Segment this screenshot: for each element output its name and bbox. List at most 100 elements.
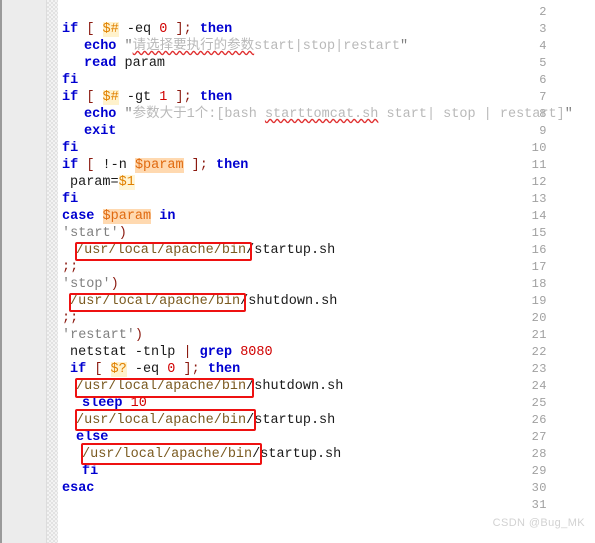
- token-path-apache-bin: /usr/local/apache/bin: [76, 379, 247, 394]
- code-line-29[interactable]: fi: [82, 463, 98, 480]
- token-command-netstat: netstat: [70, 345, 127, 360]
- token-number: 10: [130, 396, 147, 411]
- token-number: 0: [159, 22, 168, 37]
- token-keyword-then: then: [216, 158, 249, 173]
- code-line-9[interactable]: exit: [84, 123, 116, 140]
- token-case-label-start: 'start': [62, 226, 119, 241]
- token-keyword-if: if: [62, 158, 79, 173]
- token-variable-argc: $#: [102, 90, 119, 105]
- gutter-fold-strip[interactable]: [47, 0, 58, 543]
- token-pipe: |: [183, 345, 192, 360]
- code-line-26[interactable]: /usr/local/apache/bin/startup.sh: [76, 412, 335, 429]
- token-paren-close: ): [134, 328, 144, 343]
- token-case-separator: ;;: [62, 260, 79, 275]
- code-line-21[interactable]: 'restart'): [62, 327, 143, 344]
- token-semicolon: ;: [191, 362, 200, 377]
- code-line-11[interactable]: if [ !-n $param ]; then: [62, 157, 248, 174]
- token-identifier-param: param: [124, 56, 166, 71]
- code-line-10[interactable]: fi: [62, 140, 78, 157]
- token-keyword-then: then: [199, 22, 233, 37]
- code-line-5[interactable]: read param: [84, 55, 165, 72]
- token-keyword-if: if: [70, 362, 87, 377]
- token-variable-argc: $#: [102, 22, 119, 37]
- token-keyword-then: then: [207, 362, 241, 377]
- token-quote-open: ": [124, 39, 133, 54]
- token-keyword-case: case: [62, 209, 95, 224]
- token-operator-gt: -gt: [126, 90, 152, 105]
- token-command-sleep: sleep: [82, 396, 123, 411]
- token-bracket-close: ]: [183, 362, 192, 377]
- token-assign: =: [110, 175, 119, 190]
- token-path-startup-script: /startup.sh: [252, 447, 342, 462]
- token-number: 1: [159, 90, 168, 105]
- token-operator-not-n: !-n: [102, 158, 127, 173]
- code-editor[interactable]: 2 3 4 5 6 7 8 9 10 11 12 13 14 15 16 17 …: [0, 0, 595, 543]
- token-paren-close: ): [118, 226, 127, 241]
- token-semicolon: ;: [183, 22, 192, 37]
- token-case-label-stop: 'stop': [62, 277, 111, 292]
- token-bracket-close: ]: [191, 158, 200, 173]
- watermark-text: CSDN @Bug_MK: [492, 517, 585, 529]
- token-semicolon: ;: [199, 158, 208, 173]
- code-line-14[interactable]: case $param in: [62, 208, 175, 225]
- token-variable-arg1: $1: [118, 175, 135, 190]
- token-keyword-then: then: [199, 90, 233, 105]
- token-bracket-close: ]: [175, 90, 184, 105]
- code-line-24[interactable]: /usr/local/apache/bin/shutdown.sh: [76, 378, 343, 395]
- token-string-options: start| stop | restart]: [378, 107, 565, 122]
- code-line-12[interactable]: param=$1: [70, 174, 135, 191]
- code-line-7[interactable]: if [ $# -gt 1 ]; then: [62, 89, 232, 106]
- token-keyword-else: else: [76, 430, 109, 445]
- code-line-17[interactable]: ;;: [62, 259, 78, 276]
- token-quote-open: ": [124, 107, 133, 122]
- code-content[interactable]: if [ $# -eq 0 ]; then echo "请选择要执行的参数sta…: [62, 0, 595, 543]
- token-command-echo: echo: [84, 107, 117, 122]
- token-string-chinese: 请选择要执行的参数: [132, 39, 255, 54]
- token-path-apache-bin: /usr/local/apache/bin: [76, 413, 247, 428]
- code-line-13[interactable]: fi: [62, 191, 78, 208]
- token-path-apache-bin: /usr/local/apache/bin: [70, 294, 241, 309]
- token-command-grep: grep: [199, 345, 233, 360]
- code-line-6[interactable]: fi: [62, 72, 78, 89]
- code-line-4[interactable]: echo "请选择要执行的参数start|stop|restart": [84, 38, 408, 55]
- code-line-25[interactable]: sleep 10: [82, 395, 147, 412]
- token-path-startup-script: /startup.sh: [246, 243, 336, 258]
- code-line-28[interactable]: /usr/local/apache/bin/startup.sh: [82, 446, 341, 463]
- token-variable-param: $param: [102, 209, 152, 224]
- token-number: 0: [167, 362, 176, 377]
- code-line-22[interactable]: netstat -tnlp | grep 8080: [70, 344, 273, 361]
- token-bracket-open: [: [94, 362, 103, 377]
- code-line-20[interactable]: ;;: [62, 310, 78, 327]
- code-line-15[interactable]: 'start'): [62, 225, 127, 242]
- code-line-3[interactable]: if [ $# -eq 0 ]; then: [62, 21, 232, 38]
- code-line-16[interactable]: /usr/local/apache/bin/startup.sh: [76, 242, 335, 259]
- token-operator-eq: -eq: [126, 22, 152, 37]
- token-port-number: 8080: [240, 345, 273, 360]
- token-command-read: read: [84, 56, 117, 71]
- token-path-shutdown-script: /shutdown.sh: [246, 379, 344, 394]
- token-semicolon: ;: [183, 90, 192, 105]
- code-line-27[interactable]: else: [76, 429, 108, 446]
- token-case-separator: ;;: [62, 311, 79, 326]
- token-bracket-close: ]: [175, 22, 184, 37]
- token-keyword-in: in: [159, 209, 176, 224]
- line-number-gutter: [2, 0, 47, 543]
- code-line-23[interactable]: if [ $? -eq 0 ]; then: [70, 361, 240, 378]
- token-variable-status: $?: [110, 362, 127, 377]
- token-bracket-open: [: [86, 90, 95, 105]
- token-keyword-fi: fi: [82, 464, 99, 479]
- token-variable-param: $param: [134, 158, 184, 173]
- token-command-exit: exit: [84, 124, 117, 139]
- token-keyword-if: if: [62, 90, 79, 105]
- token-keyword-esac: esac: [62, 481, 95, 496]
- token-path-apache-bin: /usr/local/apache/bin: [82, 447, 253, 462]
- code-line-19[interactable]: /usr/local/apache/bin/shutdown.sh: [70, 293, 337, 310]
- token-path-startup-script: /startup.sh: [246, 413, 336, 428]
- code-line-8[interactable]: echo "参数大于1个:[bash starttomcat.sh start|…: [84, 106, 573, 123]
- code-line-30[interactable]: esac: [62, 480, 94, 497]
- code-line-18[interactable]: 'stop'): [62, 276, 119, 293]
- token-string-scriptname: starttomcat.sh: [264, 107, 379, 122]
- token-path-apache-bin: /usr/local/apache/bin: [76, 243, 247, 258]
- token-paren-close: ): [110, 277, 119, 292]
- token-path-shutdown-script: /shutdown.sh: [240, 294, 338, 309]
